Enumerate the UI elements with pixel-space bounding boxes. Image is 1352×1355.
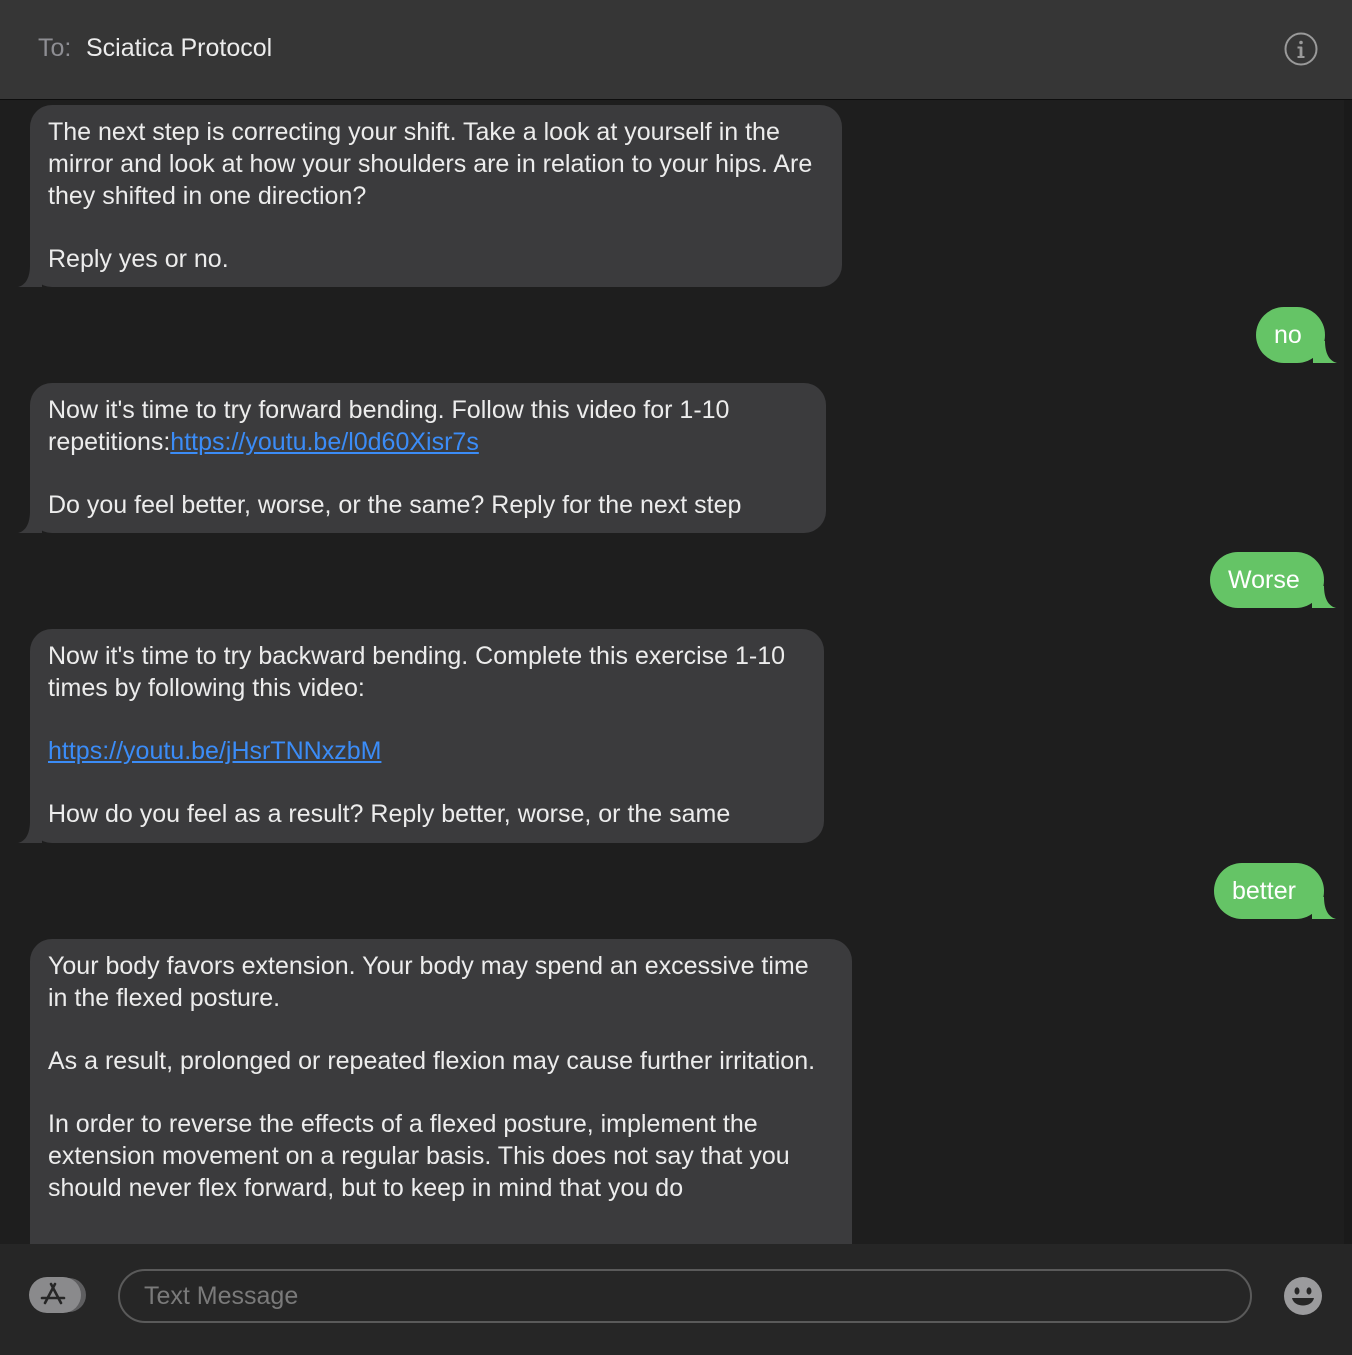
bubble-tail [1313, 341, 1337, 363]
conversation-header: To: Sciatica Protocol [0, 0, 1352, 100]
message-text: The next step is correcting your shift. … [48, 118, 813, 210]
video-link[interactable]: https://youtu.be/l0d60Xisr7s [170, 428, 479, 456]
outgoing-message-bubble[interactable]: no [1256, 307, 1337, 363]
message-text: As a result, prolonged or repeated flexi… [48, 1047, 816, 1075]
message-text: Now it's time to try forward bending. Fo… [48, 396, 730, 424]
incoming-message-bubble[interactable]: Your body favors extension. Your body ma… [30, 939, 852, 1244]
message-text: Your body favors extension. Your body ma… [48, 952, 809, 1012]
message-text: How do you feel as a result? Reply bette… [48, 800, 731, 828]
app-store-icon[interactable] [28, 1277, 88, 1313]
info-icon[interactable] [1284, 32, 1318, 66]
incoming-message-bubble[interactable]: Now it's time to try forward bending. Fo… [18, 383, 826, 533]
outgoing-message-bubble[interactable]: better [1214, 863, 1336, 919]
bubble-tail [1312, 897, 1336, 919]
message-text: no [1274, 321, 1302, 349]
bubble-tail [18, 265, 42, 287]
message-text: better [1232, 877, 1296, 905]
bubble-tail [18, 511, 42, 533]
message-text: Now it's time to try backward bending. C… [48, 642, 786, 702]
incoming-message-bubble[interactable]: Now it's time to try backward bending. C… [18, 629, 824, 843]
outgoing-message-bubble[interactable]: Worse [1210, 552, 1336, 608]
messages-window: To: Sciatica Protocol The next step is c… [0, 0, 1352, 1355]
window-edge [1344, 100, 1352, 1244]
message-text: Do you feel better, worse, or the same? … [48, 491, 742, 519]
message-text: repetitions: [48, 428, 171, 456]
recipient-name[interactable]: Sciatica Protocol [86, 34, 272, 63]
message-list[interactable]: The next step is correcting your shift. … [0, 101, 1352, 1244]
message-text: In order to reverse the effects of a fle… [48, 1110, 790, 1202]
bubble-tail [18, 821, 42, 843]
message-text: Worse [1228, 566, 1300, 594]
message-text: Reply yes or no. [48, 245, 229, 273]
emoji-smiley-icon[interactable] [1283, 1276, 1323, 1316]
bubble-tail [1312, 586, 1336, 608]
to-label: To: [38, 34, 72, 62]
incoming-message-bubble[interactable]: The next step is correcting your shift. … [18, 105, 842, 287]
message-input[interactable] [118, 1269, 1252, 1323]
video-link[interactable]: https://youtu.be/jHsrTNNxzbM [48, 737, 381, 765]
